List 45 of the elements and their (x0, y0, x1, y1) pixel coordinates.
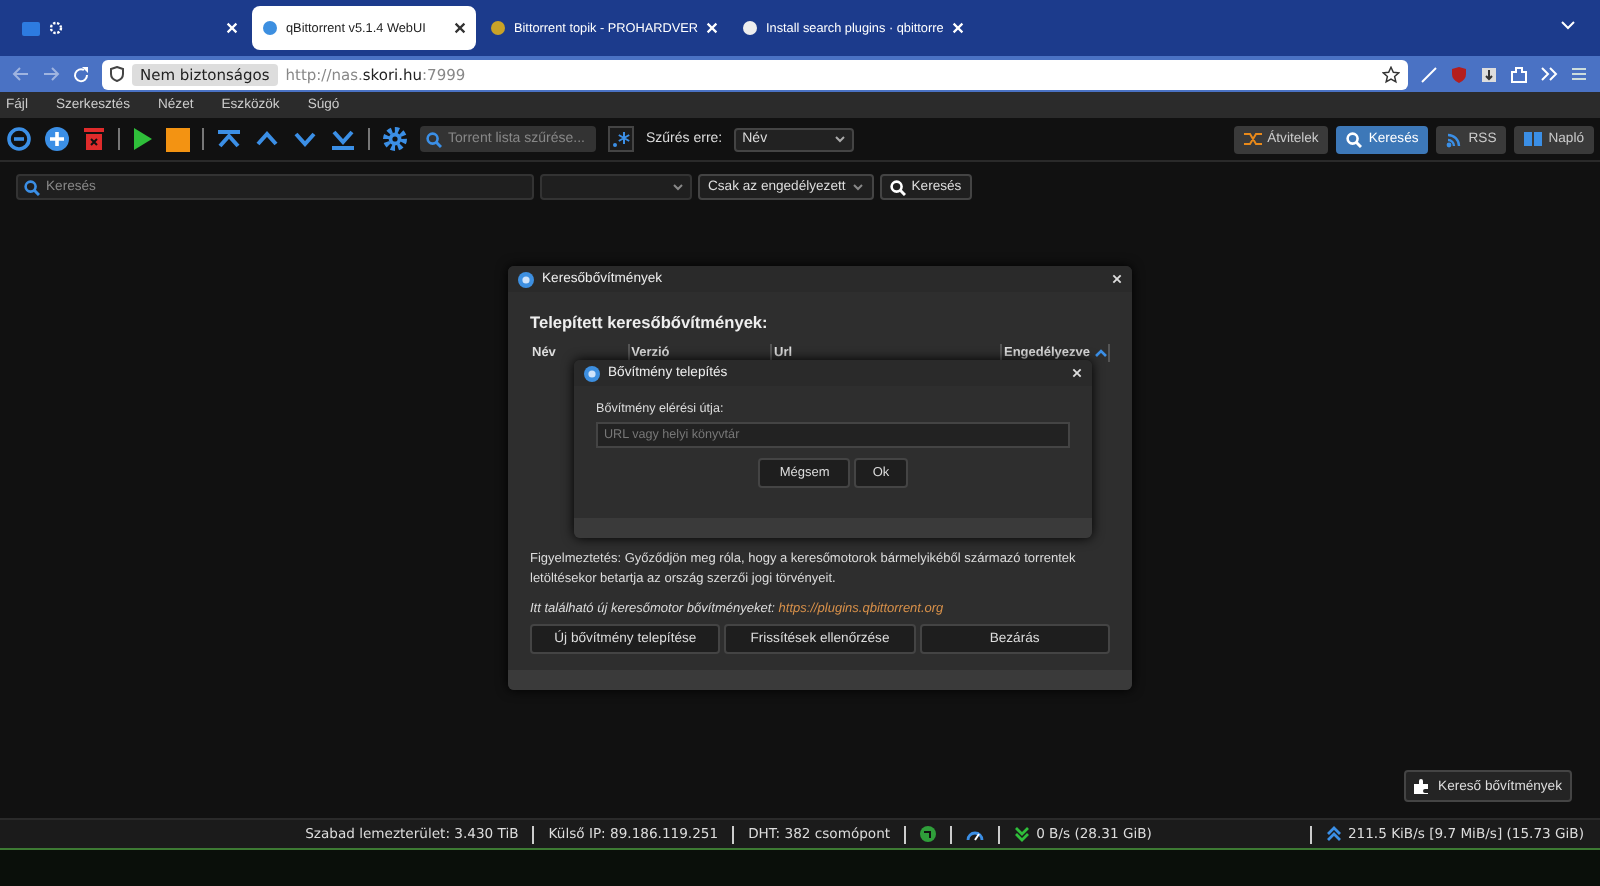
search-icon (1346, 131, 1363, 147)
down-icon[interactable] (292, 128, 318, 150)
search-icon (426, 131, 442, 147)
up-icon[interactable] (254, 128, 280, 150)
regex-toggle[interactable] (608, 126, 634, 152)
puzzle-icon (1414, 778, 1431, 794)
favicon-icon (490, 20, 506, 36)
chevron-down-icon[interactable] (1560, 20, 1576, 30)
app-icon (518, 271, 534, 287)
settings-icon[interactable] (382, 126, 408, 152)
puzzle-icon[interactable] (1510, 65, 1528, 83)
shuffle-icon (1243, 132, 1262, 146)
link-icon[interactable] (6, 126, 32, 152)
caret-icon[interactable] (851, 183, 864, 191)
stop-icon[interactable] (166, 127, 190, 151)
reload-icon[interactable] (72, 65, 90, 83)
play-icon[interactable] (132, 126, 154, 152)
favicon-icon (262, 20, 278, 36)
close-icon[interactable] (454, 22, 466, 34)
download-speed-icon (1014, 826, 1031, 842)
top-icon[interactable] (216, 128, 242, 150)
gear-icon[interactable] (48, 20, 64, 36)
speedometer-icon[interactable] (966, 826, 985, 842)
connection-icon[interactable] (920, 826, 937, 842)
star-icon[interactable] (1382, 65, 1400, 83)
upload-speed-icon (1325, 826, 1342, 842)
pen-icon[interactable] (1420, 65, 1438, 83)
app-icon (584, 365, 600, 381)
app-icon[interactable] (22, 21, 40, 35)
favicon-icon (741, 20, 758, 36)
menu-icon[interactable] (1570, 66, 1588, 82)
shield-icon (110, 66, 124, 82)
caret-icon[interactable] (834, 135, 847, 143)
search-icon (889, 179, 906, 195)
bottom-icon[interactable] (330, 128, 356, 150)
book-icon (1524, 132, 1543, 146)
download-icon[interactable] (1480, 65, 1498, 83)
search-icon (24, 179, 40, 195)
caret-icon[interactable] (672, 183, 684, 191)
double-chevron-icon[interactable] (1540, 66, 1558, 82)
delete-icon[interactable] (82, 126, 106, 152)
rss-icon (1446, 131, 1463, 147)
asterisk-icon (612, 130, 630, 148)
add-icon[interactable] (44, 126, 70, 152)
section-heading: Telepített keresőbővítmények: (530, 312, 770, 332)
